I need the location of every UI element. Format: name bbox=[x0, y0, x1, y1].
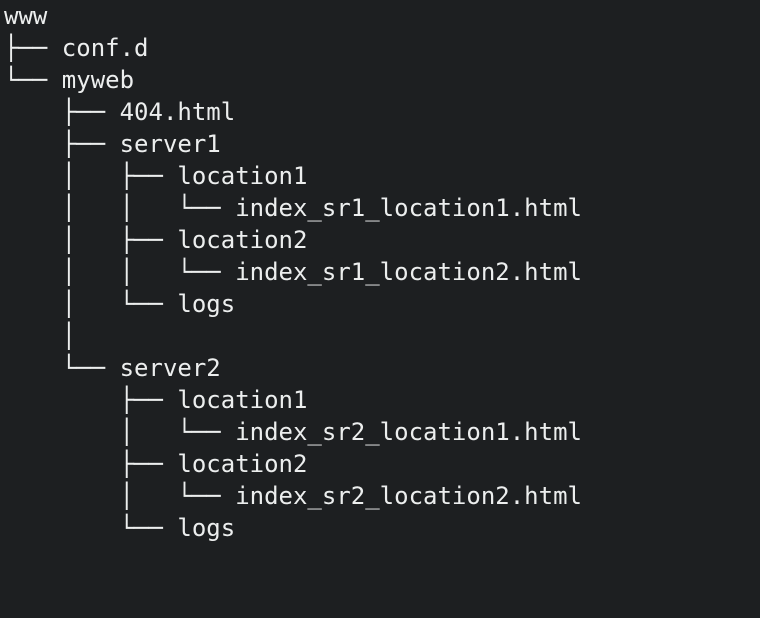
tree-line-server2-location1: ├── location1 bbox=[4, 384, 756, 416]
tree-line-myweb: └── myweb bbox=[4, 64, 756, 96]
tree-line-root: www bbox=[4, 0, 756, 32]
tree-line-server2-location1-index: │ └── index_sr2_location1.html bbox=[4, 416, 756, 448]
tree-line-server1-location1: │ ├── location1 bbox=[4, 160, 756, 192]
tree-line-spacer: │ bbox=[4, 320, 756, 352]
tree-line-server1-location2-index: │ │ └── index_sr1_location2.html bbox=[4, 256, 756, 288]
tree-line-conf-d: ├── conf.d bbox=[4, 32, 756, 64]
tree-line-server2-location2-index: │ └── index_sr2_location2.html bbox=[4, 480, 756, 512]
directory-tree: www├── conf.d└── myweb ├── 404.html ├── … bbox=[0, 0, 760, 544]
tree-line-server2: └── server2 bbox=[4, 352, 756, 384]
tree-line-server2-location2: ├── location2 bbox=[4, 448, 756, 480]
tree-line-server1: ├── server1 bbox=[4, 128, 756, 160]
tree-line-server1-location2: │ ├── location2 bbox=[4, 224, 756, 256]
tree-line-server2-logs: └── logs bbox=[4, 512, 756, 544]
tree-line-server1-location1-index: │ │ └── index_sr1_location1.html bbox=[4, 192, 756, 224]
tree-line-404-html: ├── 404.html bbox=[4, 96, 756, 128]
tree-line-server1-logs: │ └── logs bbox=[4, 288, 756, 320]
